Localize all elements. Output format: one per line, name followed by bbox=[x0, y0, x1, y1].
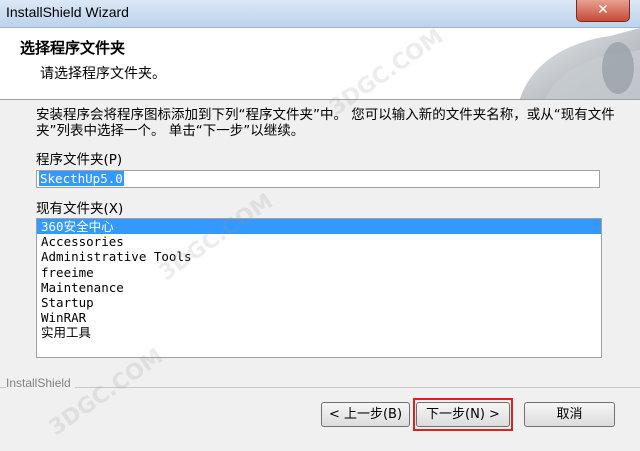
installshield-graphic bbox=[520, 28, 640, 99]
existing-folders-label: 现有文件夹(X) bbox=[36, 201, 124, 217]
close-icon: ✕ bbox=[597, 2, 609, 18]
existing-folders-list[interactable]: 360安全中心 Accessories Administrative Tools… bbox=[36, 218, 602, 358]
next-button-highlight bbox=[413, 398, 513, 431]
list-item[interactable]: freeime bbox=[37, 265, 601, 280]
installshield-brand: InstallShield bbox=[6, 376, 75, 390]
program-folder-label: 程序文件夹(P) bbox=[36, 152, 123, 168]
program-folder-value: SkecthUp5.0 bbox=[39, 171, 124, 186]
window-title: InstallShield Wizard bbox=[6, 4, 129, 20]
back-button[interactable]: < 上一步(B) bbox=[321, 402, 410, 427]
wizard-body: 安装程序会将程序图标添加到下列“程序文件夹”中。 您可以输入新的文件夹名称，或从… bbox=[0, 100, 640, 451]
header-subtitle: 请选择程序文件夹。 bbox=[40, 66, 166, 82]
close-button[interactable]: ✕ bbox=[576, 0, 630, 22]
list-item[interactable]: Accessories bbox=[37, 234, 601, 249]
brand-divider bbox=[0, 387, 640, 388]
list-item[interactable]: 360安全中心 bbox=[37, 219, 601, 235]
list-item[interactable]: Administrative Tools bbox=[37, 249, 601, 264]
header-title: 选择程序文件夹 bbox=[20, 39, 126, 57]
list-item[interactable]: 实用工具 bbox=[37, 325, 601, 340]
cancel-button[interactable]: 取消 bbox=[524, 402, 615, 427]
wizard-header: 选择程序文件夹 请选择程序文件夹。 bbox=[0, 28, 640, 100]
list-item[interactable]: WinRAR bbox=[37, 310, 601, 325]
program-folder-input[interactable]: SkecthUp5.0 bbox=[36, 170, 600, 188]
list-item[interactable]: Startup bbox=[37, 295, 601, 310]
list-item[interactable]: Maintenance bbox=[37, 280, 601, 295]
instructions-text: 安装程序会将程序图标添加到下列“程序文件夹”中。 您可以输入新的文件夹名称，或从… bbox=[36, 107, 615, 139]
title-bar: InstallShield Wizard ✕ bbox=[0, 0, 640, 28]
